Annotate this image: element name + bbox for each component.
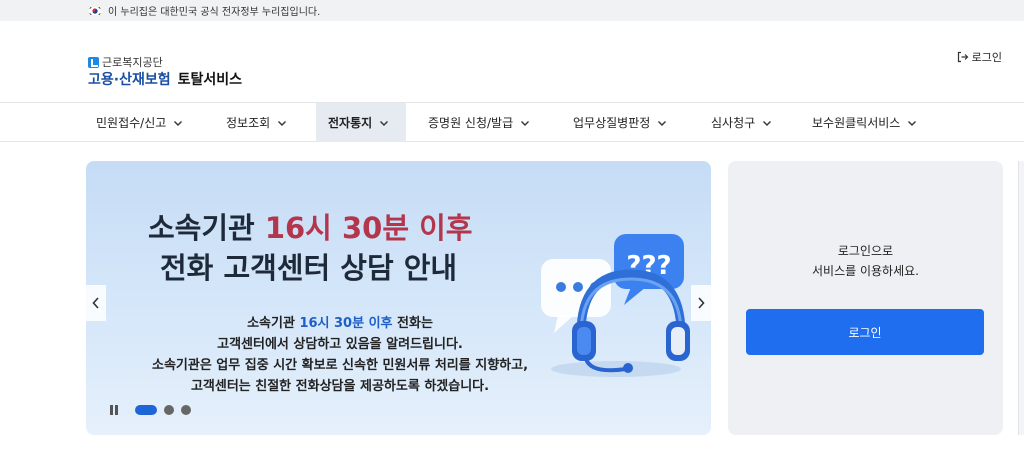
org-logo[interactable]: 근로복지공단 <box>88 54 163 70</box>
chevron-down-icon <box>521 120 530 126</box>
nav-item-occupational-disease[interactable]: 업무상질병판정 <box>573 103 668 142</box>
chevron-down-icon <box>658 120 667 126</box>
banner-text-line2: 고객센터에서 상담하고 있음을 알려드립니다. <box>217 337 463 352</box>
chevron-down-icon <box>278 120 287 126</box>
banner-line1-prefix: 소속기관 <box>247 316 300 331</box>
nav-item-wage-oneclick[interactable]: 보수원클릭서비스 <box>812 103 918 142</box>
chevron-down-icon <box>380 120 389 126</box>
nav-label: 업무상질병판정 <box>573 116 651 130</box>
carousel-dot-1[interactable] <box>135 405 157 415</box>
chevron-down-icon <box>174 120 183 126</box>
nav-item-civil-complaints[interactable]: 민원접수/신고 <box>96 103 184 142</box>
nav-label: 증명원 신청/발급 <box>428 116 514 130</box>
nav-item-e-notice[interactable]: 전자통지 <box>316 103 406 142</box>
service-title[interactable]: 고용·산재보험 토탈서비스 <box>88 69 242 89</box>
nav-label: 전자통지 <box>328 116 373 130</box>
banner-title-line2: 전화 고객센터 상담 안내 <box>160 251 458 285</box>
nav-label: 보수원클릭서비스 <box>812 116 901 130</box>
chevron-down-icon <box>763 120 772 126</box>
comwel-logo-icon <box>88 56 99 68</box>
banner-text-line3: 소속기관은 업무 집중 시간 확보로 신속한 민원서류 처리를 지향하고, <box>151 358 529 373</box>
site-header: 근로복지공단 고용·산재보험 토탈서비스 로그인 <box>0 21 1024 102</box>
pause-icon[interactable] <box>110 405 120 415</box>
nav-label: 정보조회 <box>226 116 271 130</box>
login-button[interactable]: 로그인 <box>746 309 984 355</box>
chevron-down-icon <box>908 120 917 126</box>
carousel-next-button[interactable] <box>691 285 711 321</box>
banner-title-line1: 소속기관 16시 30분 이후 <box>148 205 472 247</box>
carousel-prev-button[interactable] <box>86 285 106 321</box>
login-icon <box>957 51 968 63</box>
header-login-label: 로그인 <box>971 51 1002 64</box>
gov-banner-text: 이 누리집은 대한민국 공식 전자정부 누리집입니다. <box>108 7 321 18</box>
banner-line1-highlight: 16시 30분 이후 <box>299 316 393 331</box>
banner-title-prefix: 소속기관 <box>148 211 265 245</box>
nav-label: 심사청구 <box>711 116 756 130</box>
chevron-right-icon <box>698 297 705 309</box>
banner-text-line1: 소속기관 16시 30분 이후 전화는 <box>80 312 600 331</box>
carousel-dot-3[interactable] <box>181 405 191 415</box>
banner-text-line4: 고객센터는 친절한 전화상담을 제공하도록 하겠습니다. <box>190 379 490 394</box>
login-card <box>728 161 1003 435</box>
service-title-part2: 토탈서비스 <box>177 72 243 88</box>
main-nav: 민원접수/신고 정보조회 전자통지 증명원 신청/발급 업무상질병판정 심사청구… <box>0 102 1024 142</box>
nav-item-info-inquiry[interactable]: 정보조회 <box>226 103 288 142</box>
carousel-dot-2[interactable] <box>164 405 174 415</box>
nav-item-review-request[interactable]: 심사청구 <box>711 103 773 142</box>
korea-flag-icon <box>88 5 102 16</box>
carousel-indicators <box>110 405 191 415</box>
chevron-left-icon <box>92 297 99 309</box>
nav-item-certificate[interactable]: 증명원 신청/발급 <box>428 103 531 142</box>
header-login-link[interactable]: 로그인 <box>957 49 1002 65</box>
banner-line1-suffix: 전화는 <box>392 316 433 331</box>
nav-label: 민원접수/신고 <box>96 116 167 130</box>
gov-official-banner: 이 누리집은 대한민국 공식 전자정부 누리집입니다. <box>0 0 1024 21</box>
login-prompt-line2: 서비스를 이용하세요. <box>812 264 919 278</box>
login-prompt-line1: 로그인으로 <box>837 244 894 258</box>
org-name: 근로복지공단 <box>102 56 163 69</box>
service-title-part1: 고용·산재보험 <box>88 72 171 88</box>
adjacent-panel-edge <box>1018 161 1024 435</box>
banner-title-highlight: 16시 30분 이후 <box>264 211 473 245</box>
